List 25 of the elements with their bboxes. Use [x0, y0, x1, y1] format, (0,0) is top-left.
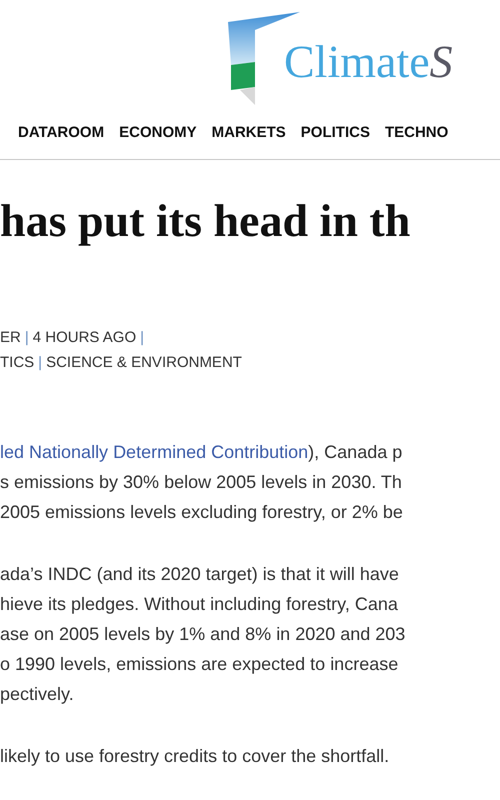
text-fragment: hieve its pledges. Without including forestry, Cana: [0, 594, 398, 614]
text-fragment: pectively.: [0, 684, 74, 704]
site-name: Climate: [284, 39, 430, 85]
nav-link[interactable]: MARKETS: [212, 122, 286, 144]
nav-link[interactable]: TECHNO: [384, 122, 448, 144]
nav-link[interactable]: POLITICS: [300, 122, 370, 144]
separator: |: [140, 328, 144, 348]
text-fragment: ase on 2005 levels by 1% and 8% in 2020 and 203: [0, 624, 406, 644]
text-fragment: likely to use forestry credits to cover the shortfall.: [0, 746, 390, 766]
text-fragment: ER: [0, 328, 21, 348]
category-link[interactable]: SCIENCE & ENVIRONMENT: [46, 352, 242, 372]
nav-link[interactable]: DATAROOM: [18, 122, 104, 144]
separator: |: [24, 328, 29, 348]
article-headline: has put its head in th: [0, 198, 412, 244]
text-fragment: ada’s INDC (and its 2020 target) is that it will have: [0, 564, 399, 584]
category-link[interactable]: TICS: [0, 352, 34, 372]
text-fragment: s emissions by 30% below 2005 levels in 2030. Th: [0, 472, 402, 492]
text-fragment: 2005 emissions levels excluding forestry, or 2% be: [0, 502, 403, 522]
separator: |: [38, 352, 42, 372]
nav-link[interactable]: ECONOMY: [119, 122, 197, 144]
text-fragment: ), Canada p: [308, 442, 402, 462]
text-fragment: o 1990 levels, emissions are expected to increase: [0, 654, 398, 674]
text-fragment: 4 HOURS AGO: [32, 328, 136, 348]
article-link[interactable]: led Nationally Determined Contribution: [0, 442, 308, 462]
site-name: S: [430, 39, 453, 85]
